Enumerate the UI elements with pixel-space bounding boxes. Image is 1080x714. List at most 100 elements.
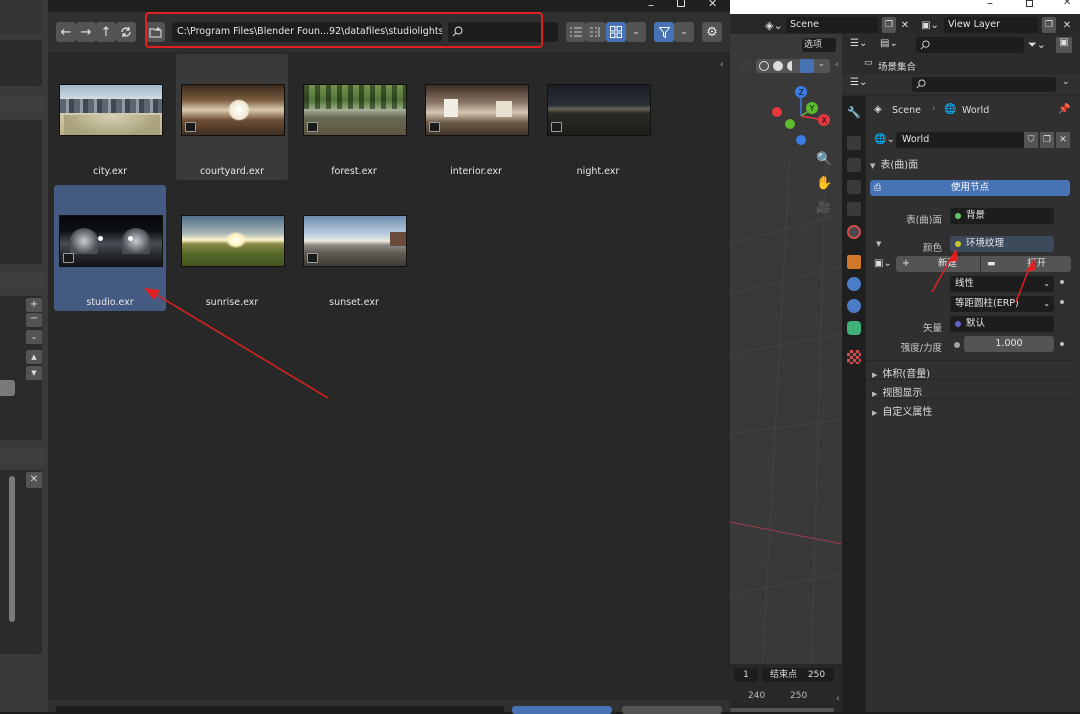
annotation-highlight-box [145,12,543,48]
close-icon[interactable]: ✕ [1060,17,1074,33]
display-mode-icon[interactable]: ▤⌄ [880,38,904,54]
keyframe-dot-icon[interactable] [1060,342,1064,346]
thumbnails-icon[interactable] [606,22,626,42]
output-icon[interactable] [847,158,861,172]
chevron-down-icon[interactable]: ⌄ [626,22,646,42]
viewport-display-panel-header[interactable]: ▶ 视图显示 [866,379,1076,399]
close-icon[interactable]: ✕ [26,472,42,488]
keyframe-dot-icon[interactable] [1060,300,1064,304]
view-layer-icon[interactable]: ▣⌄ [920,17,940,33]
chevron-left-icon[interactable]: ‹ [835,60,839,70]
physics-icon[interactable] [847,299,861,313]
image-browse-icon[interactable]: ▣⌄ [874,258,892,269]
options-dropdown[interactable]: 选项 [802,38,836,52]
chevron-down-icon[interactable]: ⌄ [1062,77,1070,87]
surface-panel-header[interactable]: ▼ 表(曲)面 [870,156,1076,172]
zoom-icon[interactable]: 🔍 [816,152,832,167]
list-item[interactable] [0,380,15,396]
minimize-icon[interactable]: – [648,0,654,12]
volume-panel-header[interactable]: ▶ 体积(音量) [866,360,1076,380]
scene-icon[interactable]: ◈⌄ [764,17,784,33]
open-button[interactable] [512,706,612,714]
parent-directory-icon[interactable]: ↑ [96,22,116,42]
view-layer-selector[interactable]: View Layer [944,17,1038,33]
scene-selector[interactable]: Scene [786,17,878,33]
constraints-icon[interactable] [847,321,861,335]
file-thumbnail-interior[interactable]: interior.exr [420,54,532,180]
new-collection-icon[interactable]: ▣ [1056,37,1072,53]
wireframe-icon[interactable] [759,61,769,71]
use-nodes-button[interactable]: ⎙ 使用节点 [870,180,1070,196]
back-icon[interactable]: ← [56,22,76,42]
file-thumbnail-city[interactable]: city.exr [54,54,166,180]
surface-shader-field[interactable]: 背景 [950,208,1054,224]
window-titlebar: – ✕ [48,0,730,12]
close-icon[interactable]: ✕ [1056,132,1070,148]
move-up-icon[interactable]: ▲ [26,350,42,364]
move-down-icon[interactable]: ▼ [26,366,42,380]
filter-icon[interactable] [654,22,674,42]
cancel-button[interactable] [622,706,722,714]
strength-slider[interactable]: 1.000 [964,336,1054,352]
camera-icon[interactable]: 🎥 [816,200,831,214]
material-preview-icon[interactable] [787,61,797,71]
file-thumbnail-night[interactable]: night.exr [542,54,654,180]
solid-icon[interactable] [773,61,783,71]
custom-properties-panel-header[interactable]: ▶ 自定义属性 [866,398,1076,418]
scrollbar[interactable] [9,476,15,622]
keyframe-dot-icon[interactable] [1060,280,1064,284]
timeline-scrollbar[interactable] [730,708,834,712]
3d-viewport[interactable]: 选项 ⌄ Z Y X 🔍 ✋ 🎥 1 结束点 250 240 250 [730,34,842,712]
chevron-down-icon[interactable]: ⌄ [674,22,694,42]
chevron-left-icon[interactable]: ‹ [720,60,724,70]
close-icon[interactable]: ✕ [708,0,717,10]
world-name-field[interactable]: World [896,132,1024,148]
duplicate-icon[interactable]: ❐ [1040,132,1054,148]
tool-icon[interactable]: 🔧 [847,106,861,120]
duplicate-icon[interactable]: ❐ [882,17,896,33]
outliner-row[interactable]: ▭ 场景集合 [842,56,1080,74]
duplicate-icon[interactable]: ❐ [1042,17,1056,33]
remove-icon[interactable]: − [26,313,42,327]
maximize-icon[interactable] [677,0,685,7]
file-thumbnail-courtyard[interactable]: courtyard.exr [176,54,288,180]
file-thumbnail-forest[interactable]: forest.exr [298,54,410,180]
maximize-icon[interactable] [1026,0,1033,7]
horizontal-list-icon[interactable] [586,22,606,42]
render-icon[interactable] [847,136,861,150]
gear-icon[interactable]: ⚙ [702,22,722,42]
object-icon[interactable] [847,255,861,269]
minimize-icon[interactable]: – [987,0,993,10]
scene-icon[interactable] [847,202,861,216]
modifier-icon[interactable] [847,277,861,291]
chevron-down-icon[interactable]: ⌄ [26,330,42,344]
refresh-icon[interactable] [116,22,136,42]
view-layer-icon[interactable] [847,180,861,194]
xray-icon[interactable] [738,59,752,73]
filename-input[interactable] [56,706,504,714]
vertical-list-icon[interactable] [566,22,586,42]
end-frame-field[interactable]: 结束点 250 [762,668,834,682]
hand-pan-icon[interactable]: ✋ [816,176,832,191]
annotation-arrows [931,248,1036,303]
vector-field[interactable]: 默认 [950,316,1054,332]
add-icon[interactable]: + [26,298,42,312]
navigation-gizmo[interactable]: Z Y X [768,84,834,150]
editor-type-icon[interactable]: ☰⌄ [850,38,874,54]
chevron-down-icon[interactable]: ⌄ [818,59,825,68]
current-frame-field[interactable]: 1 [734,668,758,682]
chevron-left-icon[interactable]: ‹ [836,694,840,704]
texture-icon[interactable] [847,350,861,364]
fake-user-icon[interactable]: ⛉ [1024,132,1038,148]
properties-search-input[interactable] [912,77,1056,92]
editor-type-icon[interactable]: ☰⌄ [850,77,867,88]
outliner-search-input[interactable] [916,37,1024,53]
close-icon[interactable]: ✕ [898,17,912,33]
world-icon[interactable] [847,225,861,239]
world-icon[interactable]: 🌐⌄ [874,134,895,145]
close-icon[interactable]: ✕ [1063,0,1071,8]
pin-icon[interactable]: 📌 [1058,104,1070,115]
rendered-icon[interactable] [800,59,814,73]
filter-icon[interactable]: ⏷⌄ [1028,38,1046,52]
forward-icon[interactable]: → [76,22,96,42]
